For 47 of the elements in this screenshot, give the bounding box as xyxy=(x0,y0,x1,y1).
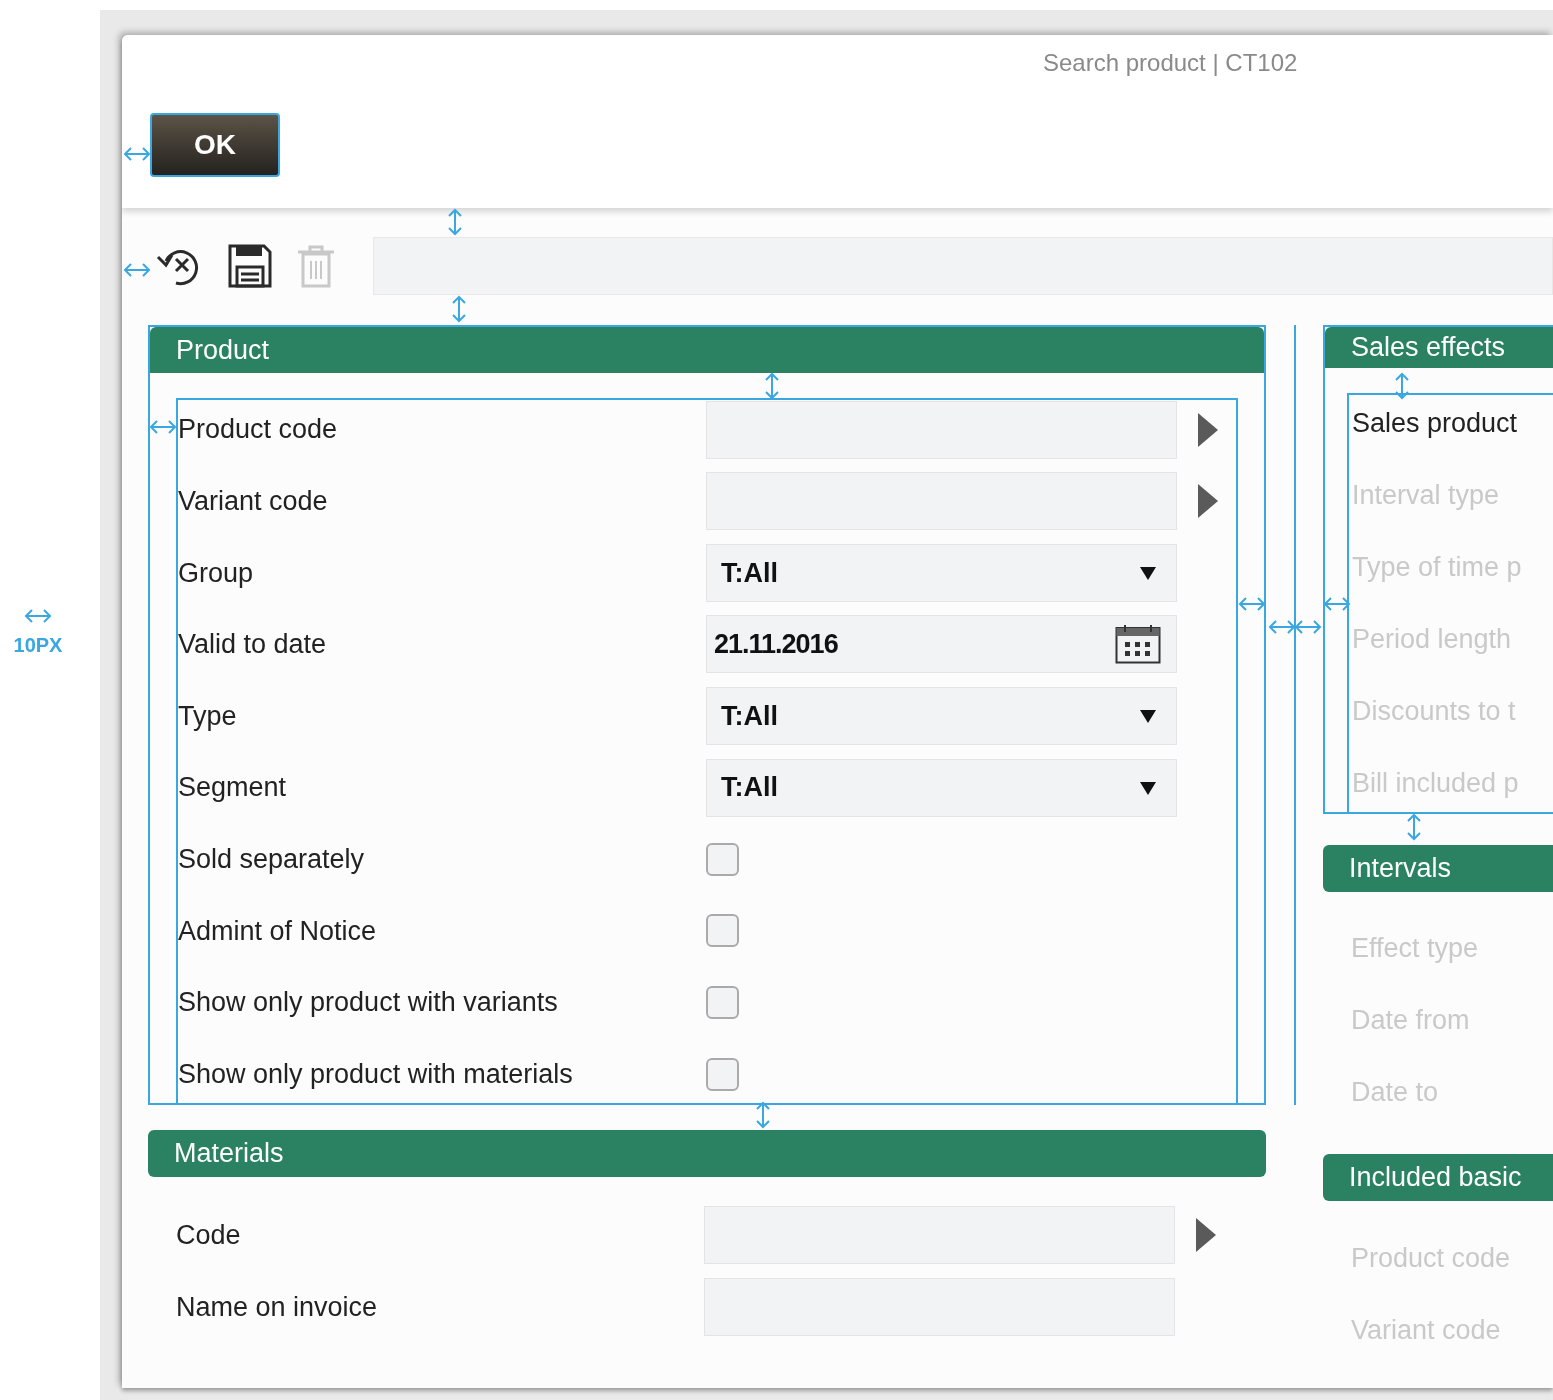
vertical-spacing-icon xyxy=(451,295,467,323)
field-label: Show only product with materials xyxy=(178,1057,574,1091)
field-label: Code xyxy=(176,1218,242,1252)
ok-button[interactable]: OK xyxy=(150,113,280,177)
text-field[interactable] xyxy=(706,400,1177,459)
toolbar-field[interactable] xyxy=(373,237,1553,295)
dropdown[interactable]: T:All xyxy=(706,758,1177,817)
caret-icon xyxy=(1140,564,1156,581)
checkbox[interactable] xyxy=(706,985,739,1019)
calendar-icon[interactable] xyxy=(1115,624,1161,665)
section-header: Product xyxy=(150,327,1264,373)
vertical-spacing-icon xyxy=(447,208,463,236)
text-field[interactable] xyxy=(706,472,1177,531)
section-header: Intervals xyxy=(1323,845,1553,892)
field-label: Product code xyxy=(178,413,339,447)
checkbox[interactable] xyxy=(706,914,739,948)
section-header: Sales effects xyxy=(1325,327,1553,368)
field-label: Valid to date xyxy=(178,628,328,662)
field-label: Sales product xyxy=(1352,407,1518,441)
field-label: Segment xyxy=(178,771,288,805)
save-icon[interactable] xyxy=(226,242,274,290)
field-label: Group xyxy=(178,556,255,590)
horizontal-spacing-icon xyxy=(123,262,151,278)
dropdown[interactable]: T:All xyxy=(706,543,1177,602)
text-field[interactable] xyxy=(704,1278,1175,1336)
field-label: Type xyxy=(178,699,238,733)
horizontal-spacing-icon xyxy=(24,608,52,624)
field-label: Variant code xyxy=(178,485,329,518)
caret-icon xyxy=(1140,708,1156,725)
field-label: Admint of Notice xyxy=(178,914,378,948)
field-label: Name on invoice xyxy=(176,1290,379,1324)
section-header: Included basic xyxy=(1323,1154,1553,1201)
horizontal-spacing-icon xyxy=(123,146,151,162)
field-label: Sold separately xyxy=(178,842,366,876)
play-icon[interactable] xyxy=(1198,484,1218,519)
section-header: Materials xyxy=(148,1130,1266,1177)
play-icon[interactable] xyxy=(1198,412,1218,447)
checkbox[interactable] xyxy=(706,842,739,876)
dialog-title: Search product | CT102 xyxy=(1043,48,1298,78)
spacing-legend: 10PX xyxy=(13,630,63,660)
play-icon[interactable] xyxy=(1196,1218,1216,1252)
text-field[interactable] xyxy=(704,1206,1175,1264)
dropdown[interactable]: T:All xyxy=(706,687,1177,746)
field-label: Show only product with variants xyxy=(178,986,559,1020)
checkbox[interactable] xyxy=(706,1057,739,1091)
caret-icon xyxy=(1140,779,1156,796)
date-field[interactable]: 21.11.2016 xyxy=(706,615,1177,674)
